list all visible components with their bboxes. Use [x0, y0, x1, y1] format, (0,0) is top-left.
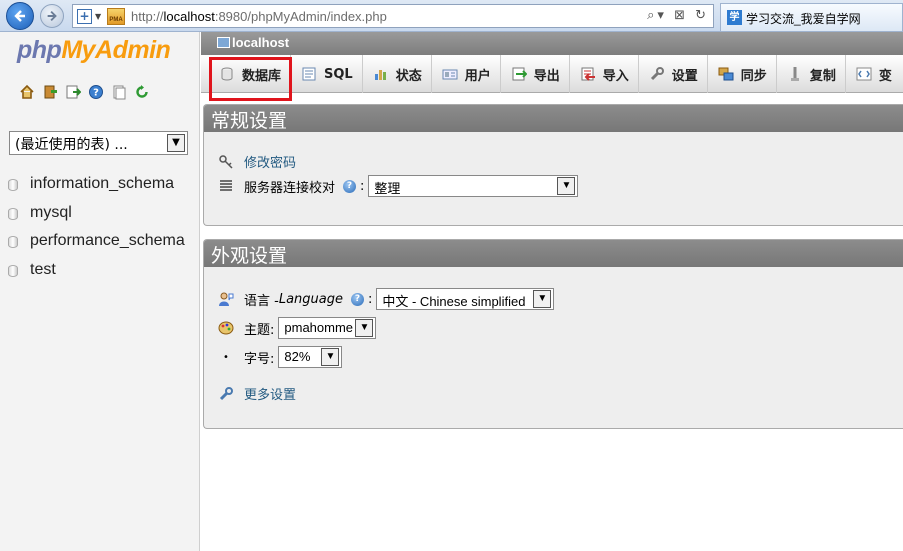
- chevron-down-icon[interactable]: ▼: [167, 134, 185, 152]
- general-settings-panel: 常规设置 修改密码 服务器连接校对 ?: 整理 ▼: [203, 104, 903, 226]
- wrench-icon: [649, 66, 665, 82]
- browser-toolbar: + ▼ PMA http://localhost:8980/phpMyAdmin…: [0, 0, 903, 32]
- section-title: 外观设置: [204, 240, 903, 267]
- forward-arrow-icon: [47, 10, 57, 22]
- key-icon: [218, 154, 234, 170]
- language-select[interactable]: 中文 - Chinese simplified ▼: [376, 288, 555, 310]
- back-arrow-icon: [14, 10, 25, 22]
- query-window-icon[interactable]: [65, 84, 81, 100]
- tab-users[interactable]: 用户: [432, 55, 501, 93]
- server-icon: [217, 37, 230, 48]
- tab-replication[interactable]: 复制: [777, 55, 846, 93]
- reload-icon[interactable]: [134, 84, 150, 100]
- variables-icon: [856, 66, 872, 82]
- list-icon: [218, 178, 234, 194]
- language-row: 语言 - Language ?: 中文 - Chinese simplified…: [218, 288, 555, 310]
- users-icon: [442, 66, 458, 82]
- site-info-icon[interactable]: +: [77, 9, 92, 24]
- forward-button[interactable]: [40, 4, 64, 28]
- chevron-down-icon[interactable]: ▼: [533, 290, 552, 308]
- tab-status[interactable]: 状态: [363, 55, 432, 93]
- url-text[interactable]: http://localhost:8980/phpMyAdmin/index.p…: [131, 9, 387, 24]
- address-bar[interactable]: + ▼ PMA http://localhost:8980/phpMyAdmin…: [72, 4, 714, 28]
- quick-icons: ?: [19, 84, 150, 100]
- language-icon: [218, 291, 234, 307]
- recent-tables-select[interactable]: (最近使用的表) ... ▼: [9, 131, 188, 155]
- documentation-icon[interactable]: [111, 84, 127, 100]
- chevron-down-icon[interactable]: ▼: [321, 348, 340, 366]
- appearance-settings-panel: 外观设置 语言 - Language ?: 中文 - Chinese simpl…: [203, 239, 903, 429]
- change-password-link[interactable]: 修改密码: [244, 152, 296, 171]
- tab-title: 学习交流_我爱自学网: [746, 12, 861, 26]
- home-icon[interactable]: [19, 84, 35, 100]
- tab-favicon-icon: 学: [727, 10, 742, 25]
- navigation-panel: phpMyAdmin ? (最近使用的表) ... ▼ information_…: [0, 32, 200, 551]
- favicon-icon: PMA: [107, 8, 125, 25]
- back-button[interactable]: [6, 2, 34, 30]
- export-icon: [511, 66, 527, 82]
- database-icon: [8, 264, 18, 277]
- database-icon: [8, 236, 18, 248]
- highlight-box: [209, 57, 292, 101]
- svg-text:?: ?: [93, 88, 99, 99]
- tab-variables[interactable]: 变: [846, 55, 901, 93]
- bullet-icon: •: [223, 351, 229, 363]
- change-password-row: 修改密码: [218, 152, 296, 171]
- tab-export[interactable]: 导出: [501, 55, 570, 93]
- database-icon: [8, 207, 18, 220]
- chevron-down-icon[interactable]: ▼: [557, 177, 576, 195]
- more-settings-row: 更多设置: [218, 384, 296, 403]
- tab-sync[interactable]: 同步: [708, 55, 777, 93]
- chevron-down-icon[interactable]: ▼: [355, 319, 374, 337]
- status-chart-icon: [373, 66, 389, 82]
- main-menu: 数据库 SQL 状态 用户 导出 导入 设置 同步 复制 变: [201, 55, 903, 93]
- logout-icon[interactable]: [42, 84, 58, 100]
- address-tools[interactable]: ⌕▾ ⊠ ↻: [647, 8, 709, 23]
- font-size-select[interactable]: 82% ▼: [278, 346, 343, 368]
- database-item[interactable]: mysql: [8, 204, 185, 233]
- theme-select[interactable]: pmahomme ▼: [278, 317, 377, 339]
- database-list: information_schema mysql performance_sch…: [8, 175, 185, 289]
- tab-import[interactable]: 导入: [570, 55, 639, 93]
- server-breadcrumb[interactable]: localhost: [201, 32, 903, 55]
- palette-icon: [218, 320, 234, 336]
- sql-icon: [301, 66, 317, 82]
- database-item[interactable]: information_schema: [8, 175, 185, 204]
- collation-select[interactable]: 整理 ▼: [368, 175, 579, 197]
- browser-tab[interactable]: 学 学习交流_我爱自学网: [720, 3, 903, 31]
- help-icon[interactable]: ?: [350, 292, 364, 306]
- database-item[interactable]: performance_schema: [8, 232, 185, 261]
- phpmyadmin-logo[interactable]: phpMyAdmin: [17, 36, 171, 65]
- help-icon[interactable]: ?: [88, 84, 104, 100]
- more-settings-link[interactable]: 更多设置: [244, 384, 296, 403]
- import-icon: [580, 66, 596, 82]
- database-item[interactable]: test: [8, 261, 185, 290]
- wrench-icon: [218, 386, 234, 402]
- database-icon: [8, 179, 18, 191]
- dropdown-caret-icon[interactable]: ▼: [95, 12, 101, 21]
- tab-sql[interactable]: SQL: [291, 55, 363, 93]
- replication-icon: [787, 66, 803, 82]
- help-icon[interactable]: ?: [343, 179, 357, 193]
- tab-settings[interactable]: 设置: [639, 55, 708, 93]
- collation-row: 服务器连接校对 ?: 整理 ▼: [218, 175, 579, 197]
- sync-icon: [718, 66, 734, 82]
- font-size-row: • 字号: 82% ▼: [218, 346, 343, 368]
- theme-row: 主题: pmahomme ▼: [218, 317, 377, 339]
- collation-label: 服务器连接校对: [244, 180, 336, 196]
- section-title: 常规设置: [204, 105, 903, 132]
